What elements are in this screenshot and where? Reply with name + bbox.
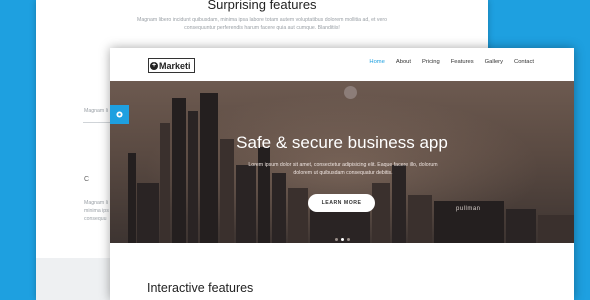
- slider-dot[interactable]: [335, 238, 338, 241]
- logo[interactable]: + Marketi: [148, 58, 195, 73]
- plus-circle-icon: +: [150, 61, 158, 70]
- nav-about[interactable]: About: [396, 59, 411, 65]
- nav-features[interactable]: Features: [451, 59, 474, 65]
- nav-pricing[interactable]: Pricing: [422, 59, 440, 65]
- nav-contact[interactable]: Contact: [514, 59, 534, 65]
- hotel-sign: pullman: [456, 206, 481, 212]
- back-fragment-3: C: [84, 176, 90, 183]
- hero-sun: [344, 86, 357, 99]
- logo-text: Marketi: [159, 60, 191, 71]
- slider-dot[interactable]: [347, 238, 350, 241]
- back-divider: [83, 122, 113, 123]
- nav-home[interactable]: Home: [369, 59, 384, 65]
- hero-subtitle: Lorem ipsum dolor sit amet, consectetur …: [248, 162, 438, 176]
- hero-title: Safe & secure business app: [236, 133, 448, 152]
- hero-banner: pullman Safe & secure business app Lorem…: [110, 81, 574, 243]
- back-fragment-5: minima ips: [84, 208, 109, 214]
- learn-more-button[interactable]: LEARN MORE: [308, 194, 375, 212]
- slider-dots: [335, 238, 350, 241]
- back-section-subtitle: Magnam libero incidunt quibusdam, minima…: [137, 17, 387, 31]
- nav-menu: Home About Pricing Features Gallery Cont…: [369, 59, 534, 65]
- back-fragment-6: consequu: [84, 216, 107, 222]
- navbar: + Marketi Home About Pricing Features Ga…: [110, 48, 574, 81]
- front-page-preview: + Marketi Home About Pricing Features Ga…: [110, 48, 574, 300]
- nav-gallery[interactable]: Gallery: [485, 59, 503, 65]
- section-title: Interactive features: [147, 281, 254, 295]
- back-section-title: Surprising features: [207, 0, 317, 12]
- gear-icon: [116, 111, 123, 118]
- back-fragment-1: Magnam li: [84, 108, 108, 114]
- slider-dot-active[interactable]: [341, 238, 344, 241]
- settings-button[interactable]: [110, 105, 129, 124]
- back-fragment-4: Magnam li: [84, 200, 108, 206]
